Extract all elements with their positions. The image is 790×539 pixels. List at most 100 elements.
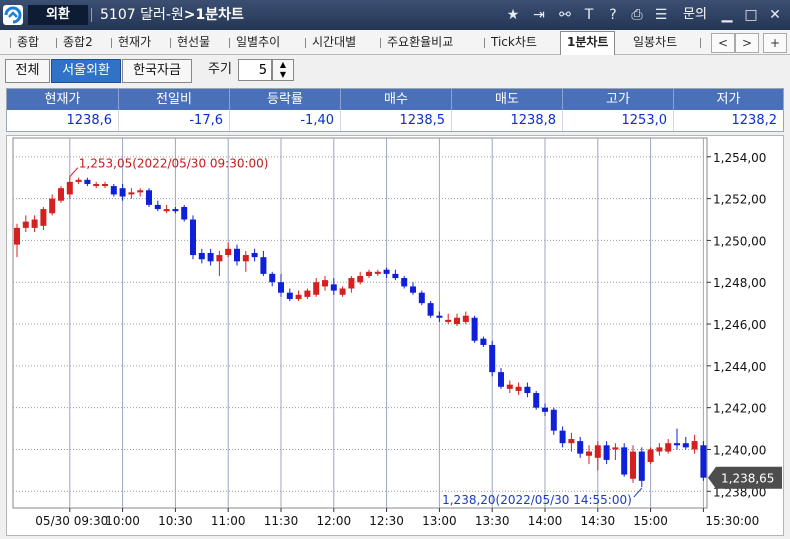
candle-body xyxy=(313,282,320,295)
candle-body xyxy=(22,221,29,228)
candle-body xyxy=(137,190,144,193)
help-icon[interactable]: ? xyxy=(604,6,622,24)
candle-body xyxy=(163,209,170,212)
value-bid: 1238,5 xyxy=(341,110,452,131)
title-code: 5107 달러-원 xyxy=(100,7,184,23)
x-tick-label: 10:00 xyxy=(105,514,140,528)
tab-summary[interactable]: 종합 xyxy=(17,32,39,52)
tab-daily-chart[interactable]: 일봉차트 xyxy=(633,32,677,52)
header-change-rate: 등락률 xyxy=(230,89,341,110)
tab-1min-chart[interactable]: 1분차트 xyxy=(560,31,616,55)
tab-divider xyxy=(380,38,381,48)
period-label: 주기 xyxy=(208,62,232,77)
candle-body xyxy=(392,273,399,279)
candle-body xyxy=(621,447,628,475)
tab-next-button[interactable]: > xyxy=(735,33,759,53)
title-separator: > xyxy=(183,7,196,23)
tab-divider xyxy=(111,38,112,48)
candle-body xyxy=(49,198,56,214)
candle-body xyxy=(568,439,575,444)
x-tick-label: 15:30:00 xyxy=(705,514,759,528)
candle-body xyxy=(550,409,557,431)
y-tick-label: 1,244,00 xyxy=(713,360,766,374)
market-seoul-fx-button[interactable]: 서울외환 xyxy=(51,59,121,83)
candle-body xyxy=(14,227,20,245)
value-current-price: 1238,6 xyxy=(7,110,119,131)
tab-daily-trend[interactable]: 일별추이 xyxy=(236,32,280,52)
candle-body xyxy=(119,188,126,197)
minimize-icon[interactable]: ▁ xyxy=(718,6,736,24)
tab-spot-futures[interactable]: 현선물 xyxy=(177,32,210,52)
link-icon[interactable]: ⚯ xyxy=(556,6,574,24)
candle-body xyxy=(542,407,548,412)
candle-body xyxy=(489,344,496,373)
candle-body xyxy=(357,275,364,283)
value-change: -17,6 xyxy=(119,110,230,131)
candle-body xyxy=(462,315,469,322)
quote-table: 현재가 전일비 등락률 매수 매도 고가 저가 1238,6 -17,6 -1,… xyxy=(6,88,784,132)
period-input[interactable]: 5 xyxy=(238,59,272,81)
candle-body xyxy=(559,430,566,444)
candle-body xyxy=(75,179,82,182)
candle-body xyxy=(84,179,91,184)
spin-down-icon[interactable]: ▼ xyxy=(273,70,293,80)
candle-body xyxy=(304,290,311,297)
x-tick-label: 10:30 xyxy=(158,514,193,528)
tab-by-time[interactable]: 시간대별 xyxy=(312,32,356,52)
window-title: 5107 달러-원>1분차트 xyxy=(100,5,244,25)
candlestick-chart[interactable]: 1,254,00 1,252,00 1,250,00 1,248,00 1,246,00… xyxy=(6,135,784,536)
candle-body xyxy=(506,384,513,389)
plot-area xyxy=(12,137,708,509)
candle-body xyxy=(295,294,302,299)
tab-major-fx[interactable]: 주요환율비교 xyxy=(387,32,453,52)
candle-body xyxy=(515,386,522,391)
print-icon[interactable]: ⎙ xyxy=(628,6,646,24)
candle-body xyxy=(577,441,584,454)
market-all-button[interactable]: 전체 xyxy=(5,59,50,83)
y-tick-label: 1,250,00 xyxy=(713,234,766,248)
star-icon[interactable]: ★ xyxy=(504,6,522,24)
x-tick-label: 14:00 xyxy=(528,514,563,528)
candle-body xyxy=(339,288,346,295)
tab-tick-chart[interactable]: Tick차트 xyxy=(491,32,537,52)
text-icon[interactable]: T xyxy=(580,6,598,24)
header-change: 전일비 xyxy=(119,89,230,110)
spin-up-icon[interactable]: ▲ xyxy=(273,60,293,70)
maximize-icon[interactable]: □ xyxy=(742,6,760,24)
tab-summary2[interactable]: 종합2 xyxy=(63,32,93,52)
tab-divider xyxy=(10,38,11,48)
tab-add-button[interactable]: + xyxy=(763,33,787,53)
x-tick-label: 12:00 xyxy=(317,514,352,528)
candle-body xyxy=(454,317,460,325)
x-tick-label: 11:00 xyxy=(211,514,246,528)
candle-body xyxy=(691,441,698,450)
tab-divider xyxy=(700,38,701,48)
candle-body xyxy=(612,447,619,450)
tab-divider xyxy=(484,38,485,48)
candle-body xyxy=(216,255,223,262)
candle-body xyxy=(58,188,64,201)
candle-body xyxy=(260,257,267,274)
close-icon[interactable]: ✕ xyxy=(766,6,784,24)
export-icon[interactable]: ⇥ xyxy=(530,6,548,24)
title-bar: 외환 5107 달러-원>1분차트 ★ ⇥ ⚯ T ? ⎙ ☰ 문의 ▁ □ ✕ xyxy=(0,0,790,30)
chart-canvas[interactable]: 1,254,00 1,252,00 1,250,00 1,248,00 1,246,00… xyxy=(7,136,783,535)
candle-body xyxy=(682,443,689,448)
market-korea-money-button[interactable]: 한국자금 xyxy=(122,59,192,83)
inquiry-menu[interactable]: 문의 xyxy=(683,6,707,24)
period-spinner[interactable]: ▲ ▼ xyxy=(272,59,294,81)
header-ask: 매도 xyxy=(452,89,563,110)
title-divider xyxy=(91,8,92,22)
tab-current-price[interactable]: 현재가 xyxy=(118,32,151,52)
x-tick-label: 11:30 xyxy=(264,514,299,528)
header-low: 저가 xyxy=(674,89,783,110)
candle-body xyxy=(234,248,240,262)
candle-body xyxy=(410,286,416,293)
tab-prev-button[interactable]: < xyxy=(711,33,735,53)
list-icon[interactable]: ☰ xyxy=(652,6,670,24)
x-tick-label: 13:30 xyxy=(475,514,510,528)
candle-body xyxy=(471,317,478,341)
candle-body xyxy=(647,449,654,463)
tab-divider xyxy=(56,38,57,48)
tab-divider xyxy=(229,38,230,48)
